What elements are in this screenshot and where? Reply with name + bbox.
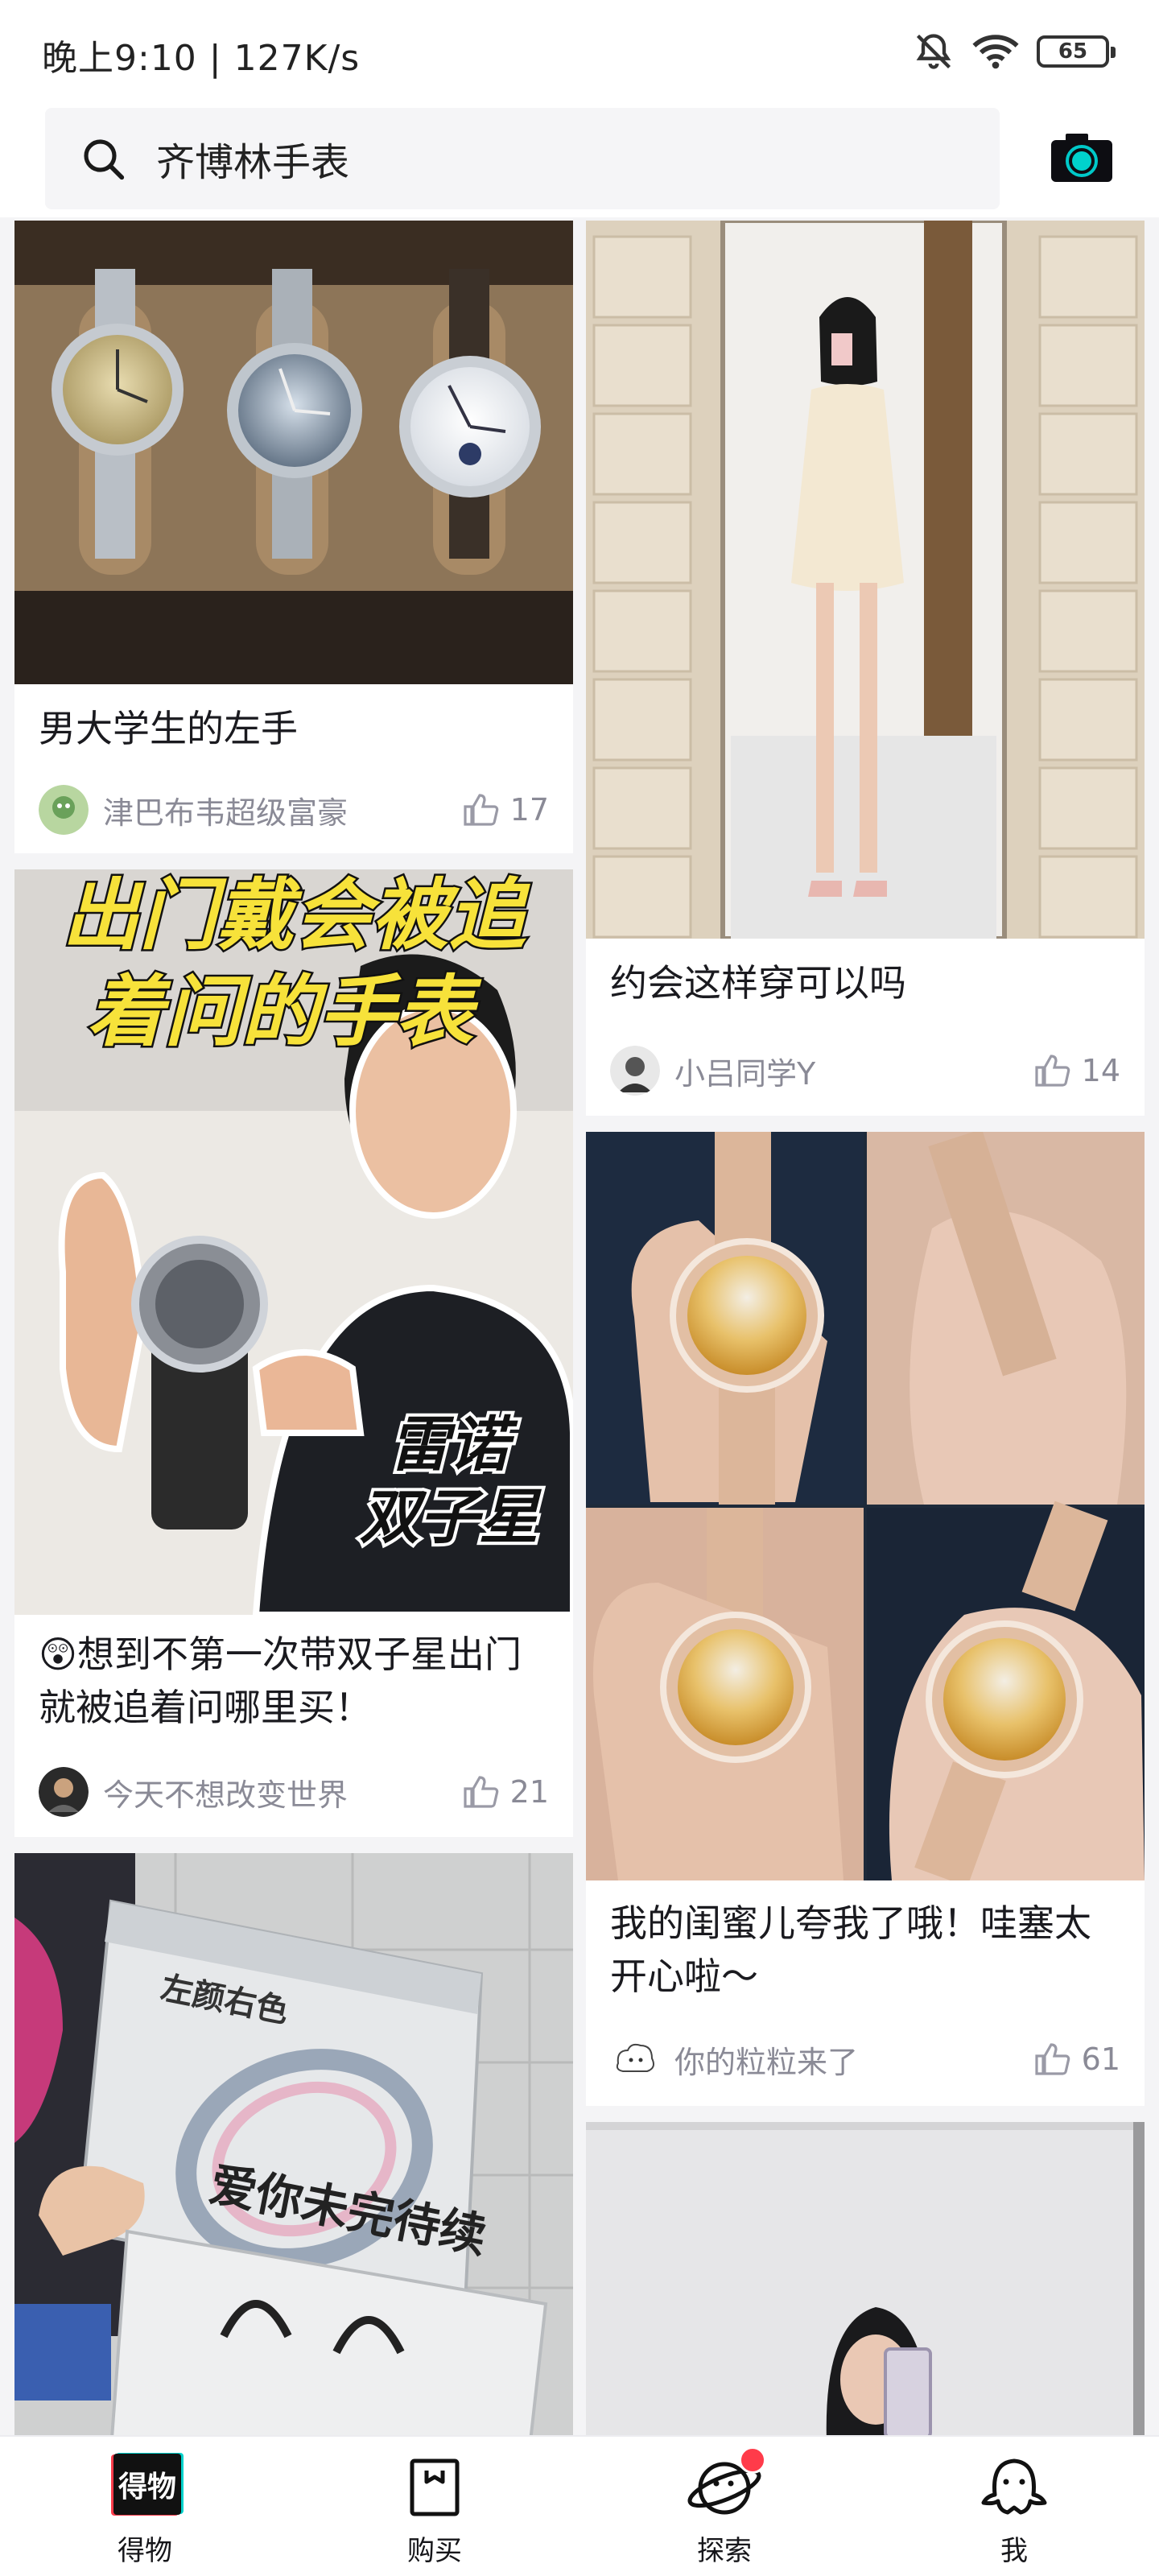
card-image	[14, 221, 573, 684]
card-author: 今天不想改变世界	[103, 1777, 349, 1813]
avatar[interactable]	[610, 1046, 660, 1096]
avatar[interactable]	[39, 1767, 89, 1817]
mute-bell-icon	[916, 34, 951, 69]
shopping-bag-icon	[410, 2458, 460, 2516]
like-icon[interactable]	[462, 791, 501, 829]
card-author: 你的粒粒来了	[674, 2044, 859, 2080]
feed-card[interactable]: 我的闺蜜儿夸我了哦！哇塞太开心啦～ 你的粒粒来了 61	[586, 1132, 1145, 2106]
card-meta: 今天不想改变世界 21	[39, 1766, 549, 1818]
dewu-logo-icon: 得物	[111, 2453, 184, 2516]
status-icons: 65	[913, 29, 1116, 74]
tab-label: 购买	[407, 2535, 462, 2567]
cover-overlay-top: 出门戴会被追	[62, 870, 530, 960]
cover-overlay-b1: 雷诺	[390, 1410, 518, 1480]
battery-icon: 65	[1037, 35, 1116, 68]
tab-home[interactable]: 得物 得物	[64, 2446, 225, 2575]
search-input[interactable]: 齐博林手表	[45, 108, 1000, 209]
like-count: 61	[1081, 2041, 1120, 2077]
wifi-icon	[972, 35, 1019, 69]
card-meta: 小吕同学Y 14	[610, 1045, 1120, 1096]
card-image	[586, 221, 1145, 939]
like-count: 14	[1081, 1053, 1120, 1088]
card-author: 津巴布韦超级富豪	[103, 795, 349, 831]
card-image	[586, 2122, 1145, 2435]
card-title: 😲想到不第一次带双子星出门就被追着问哪里买！	[39, 1633, 522, 1729]
avatar[interactable]	[610, 2034, 660, 2084]
cover-overlay-mid: 着问的手表	[87, 967, 482, 1057]
feed: 男大学生的左手 津巴布韦超级富豪 17 约会这样穿可以吗 小吕同学Y 14 出门…	[0, 217, 1159, 2435]
card-image	[586, 1132, 1145, 1880]
tab-label: 探索	[697, 2535, 752, 2567]
search-icon	[84, 139, 125, 180]
card-title: 约会这样穿可以吗	[610, 961, 906, 1005]
card-author: 小吕同学Y	[674, 1055, 816, 1092]
feed-card[interactable]	[586, 2122, 1145, 2435]
card-image: 出门戴会被追 着问的手表 雷诺 双子星	[14, 869, 573, 1615]
status-bar: 晚上9:10 | 127K/s 65	[0, 0, 1159, 105]
avatar[interactable]	[39, 785, 89, 835]
card-title: 男大学生的左手	[39, 707, 298, 750]
search-row: 齐博林手表	[0, 105, 1159, 217]
like-icon[interactable]	[1033, 2040, 1072, 2079]
feed-card[interactable]: 出门戴会被追 着问的手表 雷诺 双子星 😲想到不第一次带双子星出门就被追着问哪里…	[14, 869, 573, 1837]
card-image: 左颜右色 爱你未完待续	[14, 1853, 573, 2435]
tab-label: 得物	[118, 2535, 172, 2567]
camera-icon[interactable]	[1050, 132, 1114, 184]
feed-card[interactable]: 男大学生的左手 津巴布韦超级富豪 17	[14, 221, 573, 853]
cover-overlay-b2: 双子星	[360, 1483, 542, 1552]
like-count: 17	[509, 792, 549, 828]
like-count: 21	[509, 1774, 549, 1810]
tab-me[interactable]: 我	[934, 2446, 1095, 2575]
tab-label: 我	[1000, 2535, 1028, 2567]
notification-dot	[739, 2446, 766, 2474]
status-time: 晚上9:10 | 127K/s	[42, 38, 361, 79]
tab-explore[interactable]: 探索	[644, 2446, 805, 2575]
profile-ghost-icon	[981, 2458, 1047, 2515]
feed-card[interactable]: 左颜右色 爱你未完待续	[14, 1853, 573, 2435]
card-meta: 你的粒粒来了 61	[610, 2033, 1120, 2085]
like-icon[interactable]	[462, 1773, 501, 1811]
like-icon[interactable]	[1033, 1051, 1072, 1090]
card-meta: 津巴布韦超级富豪 17	[39, 784, 549, 836]
tab-buy[interactable]: 购买	[354, 2446, 515, 2575]
tab-home-logo-text: 得物	[118, 2471, 176, 2504]
battery-level: 65	[1058, 39, 1088, 64]
bottom-tab-bar: 得物 得物 购买 探索 我	[0, 2435, 1159, 2576]
feed-card[interactable]: 约会这样穿可以吗 小吕同学Y 14	[586, 221, 1145, 1116]
search-query: 齐博林手表	[156, 140, 350, 185]
card-title: 我的闺蜜儿夸我了哦！哇塞太开心啦～	[610, 1901, 1091, 1998]
